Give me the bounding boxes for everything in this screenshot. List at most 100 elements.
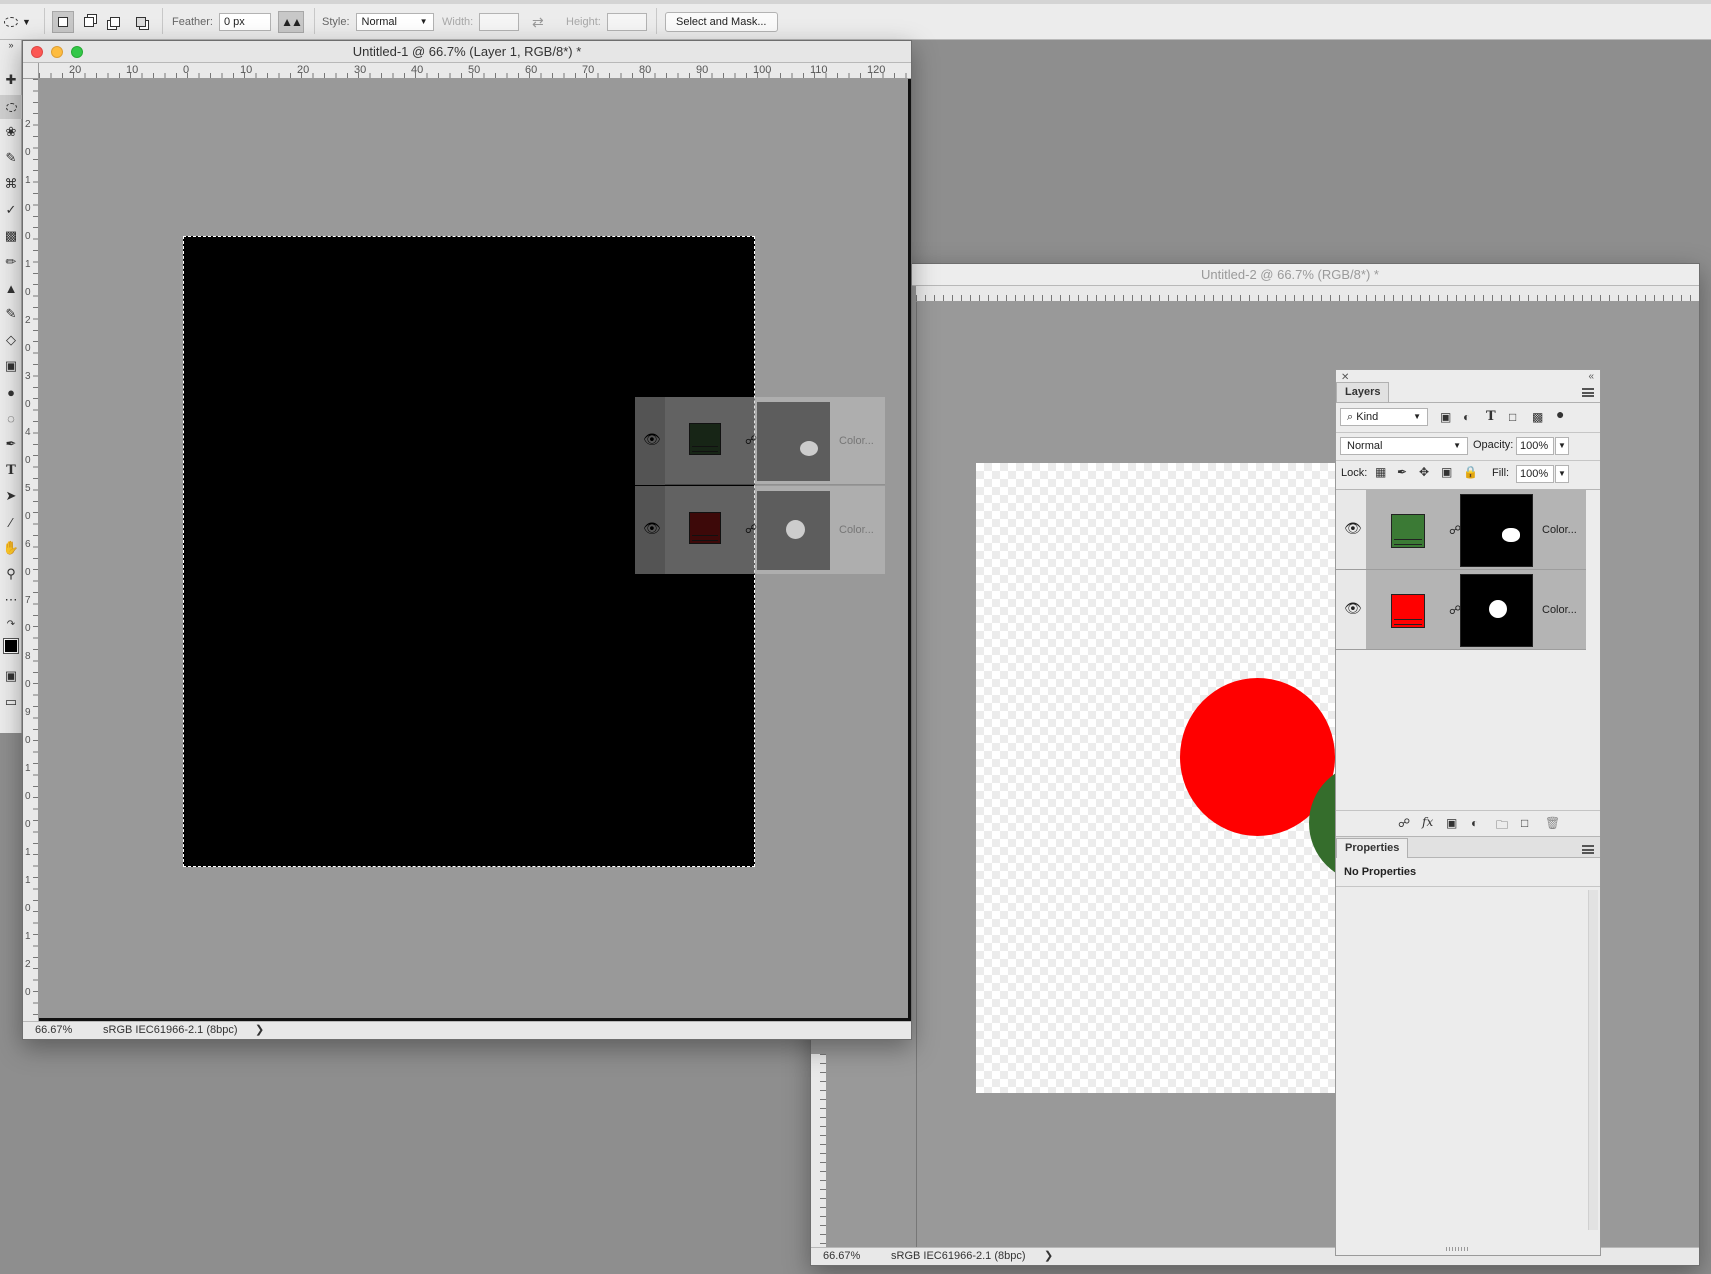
color-profile[interactable]: sRGB IEC61966-2.1 (8bpc) — [891, 1248, 1026, 1265]
trash-icon[interactable]: 🗑 — [1545, 816, 1560, 830]
close-window-icon[interactable] — [31, 46, 43, 58]
more-tools-icon[interactable]: ⋯ — [0, 588, 22, 612]
quick-selection-icon[interactable]: ✎ — [0, 146, 22, 170]
layer-color-swatch[interactable] — [1391, 514, 1425, 548]
height-input[interactable] — [606, 13, 647, 31]
lock-all-icon[interactable]: 🔒 — [1463, 465, 1478, 479]
shape-filter-icon[interactable]: □ — [1509, 410, 1516, 424]
type-tool-icon[interactable]: T — [0, 458, 22, 482]
eyedropper-icon[interactable]: ✓ — [0, 198, 22, 222]
ruler-ticks — [916, 295, 1699, 301]
opacity-input[interactable]: 100% — [1516, 437, 1554, 455]
layer-name[interactable]: Color... — [1542, 524, 1577, 536]
filter-kind-dropdown[interactable]: ⌕ Kind ▼ — [1340, 408, 1428, 426]
path-selection-icon[interactable]: ➤ — [0, 484, 22, 508]
fill-input[interactable]: 100% — [1516, 465, 1554, 483]
zoom-tool-icon[interactable]: ⚲ — [0, 562, 22, 586]
new-layer-icon[interactable]: □ — [1521, 816, 1528, 830]
eye-icon[interactable]: 👁 — [1344, 520, 1362, 537]
pen-tool-icon[interactable]: ✒ — [0, 432, 22, 456]
lock-artboard-icon[interactable]: ▣ — [1441, 465, 1452, 479]
ruler-label: 1 — [25, 847, 31, 858]
properties-tab[interactable]: Properties — [1336, 838, 1409, 858]
zoom-window-icon[interactable] — [71, 46, 83, 58]
screen-mode-icon[interactable]: ▭ — [0, 690, 22, 714]
lock-pixels-icon[interactable]: ✒ — [1397, 465, 1407, 479]
new-group-icon[interactable]: 🗀 — [1496, 816, 1508, 837]
style-dropdown[interactable]: Normal ▼ — [355, 13, 434, 31]
history-brush-icon[interactable]: ✎ — [0, 302, 22, 326]
properties-menu-icon[interactable] — [1582, 845, 1594, 854]
properties-scrollbar[interactable] — [1588, 890, 1598, 1230]
anti-alias-button[interactable]: ▲▲ — [278, 11, 304, 33]
eye-icon[interactable]: 👁 — [1344, 600, 1362, 617]
zoom-level[interactable]: 66.67% — [35, 1022, 72, 1039]
blend-mode-dropdown[interactable]: Normal ▼ — [1340, 437, 1468, 455]
fill-slider-toggle[interactable]: ▼ — [1555, 465, 1569, 483]
ruler-label: 9 — [25, 707, 31, 718]
collapse-tools-icon[interactable]: » — [0, 40, 22, 50]
filter-toggle-icon[interactable]: ● — [1556, 406, 1564, 422]
zoom-level[interactable]: 66.67% — [823, 1248, 860, 1265]
smart-object-filter-icon[interactable]: ▩ — [1532, 410, 1543, 424]
swap-colors-icon[interactable]: ↷ — [0, 612, 22, 636]
eye-icon: 👁 — [643, 431, 661, 447]
quick-mask-icon[interactable]: ▣ — [0, 664, 22, 688]
layer-mask-thumbnail[interactable] — [1460, 494, 1533, 567]
layer-row[interactable]: 👁 ☍ Color... — [1336, 490, 1586, 570]
foreground-color-swatch[interactable] — [0, 634, 22, 658]
add-to-selection-button[interactable] — [78, 11, 100, 33]
eraser-icon[interactable]: ◇ — [0, 328, 22, 352]
minimize-window-icon[interactable] — [51, 46, 63, 58]
layer-color-swatch[interactable] — [1391, 594, 1425, 628]
link-layers-icon[interactable]: ☍ — [1398, 816, 1410, 830]
subtract-from-selection-button[interactable] — [104, 11, 126, 33]
lock-position-icon[interactable]: ✥ — [1419, 465, 1429, 479]
layers-footer: ☍ fx ▣ ◐ 🗀 □ 🗑 — [1336, 810, 1600, 836]
feather-input[interactable]: 0 px — [218, 13, 271, 31]
add-mask-icon[interactable]: ▣ — [1446, 816, 1457, 830]
crop-tool-icon[interactable]: ⌘ — [0, 172, 22, 196]
fill-label: Fill: — [1492, 467, 1510, 479]
color-profile[interactable]: sRGB IEC61966-2.1 (8bpc) — [103, 1022, 238, 1039]
select-and-mask-button[interactable]: Select and Mask... — [665, 12, 778, 32]
ruler-ticks — [33, 79, 38, 1021]
hand-tool-icon[interactable]: ✋ — [0, 536, 22, 560]
anti-alias-toggle[interactable]: ▲▲ — [278, 11, 304, 33]
adjustment-filter-icon[interactable]: ◐ — [1463, 410, 1470, 424]
clone-stamp-icon[interactable]: ▲ — [0, 276, 22, 300]
gradient-tool-icon[interactable]: ▣ — [0, 354, 22, 378]
layer-name[interactable]: Color... — [1542, 604, 1577, 616]
lasso-tool-icon[interactable]: ❀ — [0, 120, 22, 144]
layer-row[interactable]: 👁 ☍ Color... — [1336, 570, 1586, 650]
layers-menu-icon[interactable] — [1582, 388, 1594, 397]
type-filter-icon[interactable]: T — [1486, 409, 1496, 424]
fx-icon[interactable]: fx — [1422, 815, 1433, 829]
transparent-canvas[interactable] — [976, 463, 1396, 1093]
line-tool-icon[interactable]: ∕ — [0, 510, 22, 534]
marquee-preset-picker[interactable]: ▼ — [4, 11, 31, 33]
layers-tab[interactable]: Layers — [1336, 382, 1390, 402]
new-selection-button[interactable] — [52, 11, 74, 33]
blur-tool-icon[interactable]: ● — [0, 380, 22, 404]
layer-mask-thumbnail[interactable] — [1460, 574, 1533, 647]
adjustment-layer-icon[interactable]: ◐ — [1471, 816, 1478, 830]
panel-collapse-icon[interactable]: « — [1588, 371, 1594, 382]
brush-tool-icon[interactable]: ✏ — [0, 250, 22, 274]
move-tool-icon[interactable]: ✚ — [0, 68, 22, 92]
dodge-tool-icon[interactable]: ◌ — [0, 406, 22, 430]
status-arrow-icon[interactable]: ❯ — [1044, 1248, 1053, 1265]
pixel-filter-icon[interactable]: ▣ — [1440, 410, 1451, 424]
menu-strip — [0, 0, 1711, 4]
status-arrow-icon[interactable]: ❯ — [255, 1022, 264, 1039]
healing-brush-icon[interactable]: ▩ — [0, 224, 22, 248]
opacity-slider-toggle[interactable]: ▼ — [1555, 437, 1569, 455]
marquee-tool-icon[interactable] — [0, 95, 22, 119]
resize-grip-icon[interactable] — [1446, 1247, 1470, 1251]
ruler-label: 1 — [25, 763, 31, 774]
width-input[interactable] — [479, 13, 520, 31]
lock-transparent-icon[interactable]: ▦ — [1375, 465, 1386, 479]
swap-dimensions-button[interactable]: ⇄ — [532, 11, 544, 33]
divider — [44, 8, 45, 34]
intersect-selection-button[interactable] — [130, 11, 152, 33]
